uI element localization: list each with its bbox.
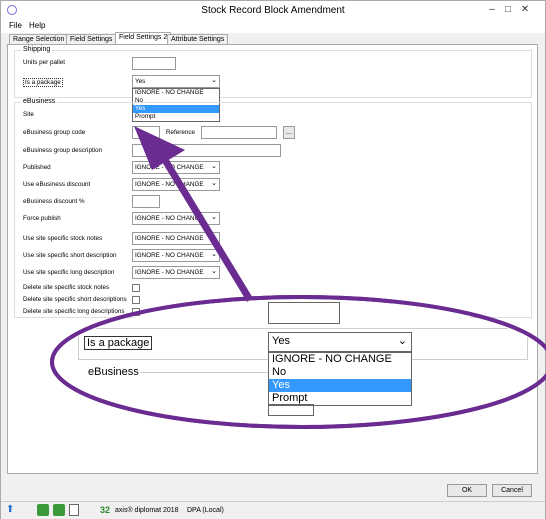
zoom-package-select[interactable]: Yes ⌄: [268, 332, 412, 352]
zoom-option-yes[interactable]: Yes: [269, 379, 411, 392]
zoom-panel: ct Is a package Yes ⌄ IGNORE - NO CHANGE…: [70, 301, 530, 420]
chevron-down-icon: ⌄: [397, 335, 407, 347]
zoom-option-ignore[interactable]: IGNORE - NO CHANGE: [269, 353, 411, 366]
zoom-ebusiness-label: eBusiness: [86, 366, 141, 378]
zoom-input-box: [268, 302, 340, 324]
callout-arrow: [50, 126, 546, 429]
zoom-ebusiness-line: [140, 372, 268, 373]
arrow-head: [134, 126, 185, 170]
zoom-package-value: Yes: [272, 335, 290, 347]
zoom-dropdown-list: IGNORE - NO CHANGE No Yes Prompt: [268, 352, 412, 406]
arrow-shaft: [162, 158, 253, 302]
zoom-package-label: Is a package: [84, 336, 153, 350]
zoom-option-no[interactable]: No: [269, 366, 411, 379]
zoom-field-box: [268, 404, 314, 416]
